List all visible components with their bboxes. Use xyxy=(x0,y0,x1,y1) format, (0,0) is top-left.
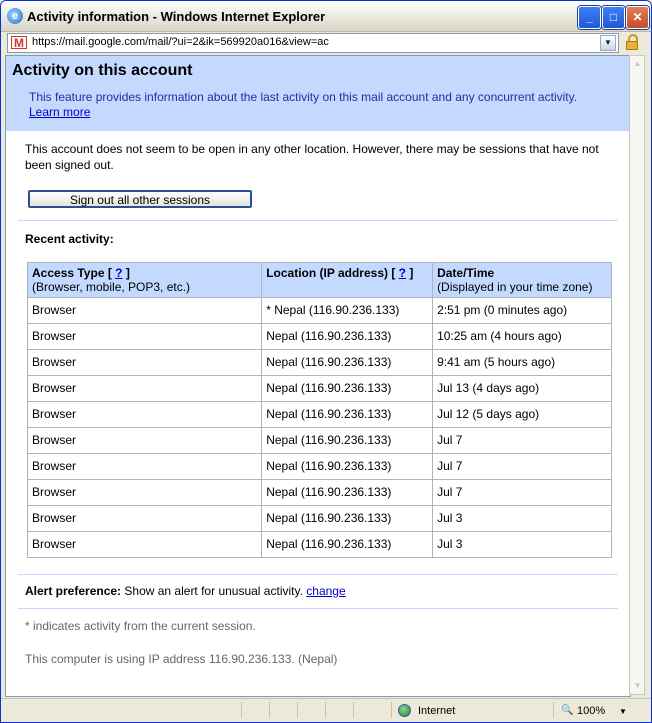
browser-window: e Activity information - Windows Interne… xyxy=(0,0,652,723)
scroll-down-icon[interactable]: ▼ xyxy=(631,679,644,693)
cell-location: Nepal (116.90.236.133) xyxy=(261,323,434,350)
zoom-level[interactable]: 100% xyxy=(577,705,605,717)
table-row: Browser Nepal (116.90.236.133) Jul 3 xyxy=(26,505,612,532)
security-zone[interactable]: Internet xyxy=(418,705,455,717)
cell-date-time: Jul 13 (4 days ago) xyxy=(432,375,612,402)
header-description: This feature provides information about … xyxy=(29,90,599,120)
cell-date-time: 10:25 am (4 hours ago) xyxy=(432,323,612,350)
cell-date-time: 9:41 am (5 hours ago) xyxy=(432,349,612,376)
recent-activity-label: Recent activity: xyxy=(25,232,114,246)
scroll-up-icon[interactable]: ▲ xyxy=(631,57,644,71)
ie-icon: e xyxy=(7,8,23,24)
table-row: Browser Nepal (116.90.236.133) Jul 12 (5 d… xyxy=(26,401,612,428)
page-title: Activity on this account xyxy=(12,62,193,79)
divider xyxy=(18,608,618,609)
lock-icon[interactable] xyxy=(625,34,639,50)
cell-location: Nepal (116.90.236.133) xyxy=(261,401,434,428)
cell-location: Nepal (116.90.236.133) xyxy=(261,375,434,402)
chevron-down-icon[interactable]: ▼ xyxy=(600,35,616,51)
description-text: This feature provides information about … xyxy=(29,90,578,104)
cell-date-time: Jul 3 xyxy=(432,531,612,558)
table-row: Browser Nepal (116.90.236.133) Jul 7 xyxy=(26,453,612,480)
table-row: Browser Nepal (116.90.236.133) Jul 3 xyxy=(26,531,612,558)
cell-location: Nepal (116.90.236.133) xyxy=(261,531,434,558)
cell-location: Nepal (116.90.236.133) xyxy=(261,453,434,480)
cell-location: Nepal (116.90.236.133) xyxy=(261,427,434,454)
alert-label: Alert preference: xyxy=(25,584,122,598)
change-alert-link[interactable]: change xyxy=(306,584,345,598)
learn-more-link[interactable]: Learn more xyxy=(29,105,90,119)
maximize-button[interactable]: □ xyxy=(602,6,625,29)
sign-out-button[interactable]: Sign out all other sessions xyxy=(28,190,252,208)
cell-date-time: 2:51 pm (0 minutes ago) xyxy=(432,297,612,324)
vertical-scrollbar[interactable]: ▲ ▼ xyxy=(629,55,645,695)
table-header-row: Access Type [ ? ] (Browser, mobile, POP3… xyxy=(26,262,612,298)
alert-text: Show an alert for unusual activity. xyxy=(124,584,303,598)
ip-address-note: This computer is using IP address 116.90… xyxy=(25,652,338,666)
close-button[interactable]: ✕ xyxy=(626,6,649,29)
zoom-dropdown-icon[interactable]: ▼ xyxy=(619,707,627,716)
cell-date-time: Jul 7 xyxy=(432,453,612,480)
title-bar[interactable]: e Activity information - Windows Interne… xyxy=(1,1,651,32)
cell-date-time: Jul 7 xyxy=(432,479,612,506)
session-status-message: This account does not seem to be open in… xyxy=(25,142,599,172)
minimize-button[interactable]: _ xyxy=(578,6,601,29)
table-row: Browser Nepal (116.90.236.133) 9:41 am (5 … xyxy=(26,349,612,376)
cell-access-type: Browser xyxy=(26,297,263,324)
cell-location: Nepal (116.90.236.133) xyxy=(261,349,434,376)
table-row: Browser Nepal (116.90.236.133) Jul 7 xyxy=(26,427,612,454)
divider xyxy=(18,220,618,221)
cell-access-type: Browser xyxy=(26,349,263,376)
header-subtitle: (Displayed in your time zone) xyxy=(437,280,593,294)
header-subtitle: (Browser, mobile, POP3, etc.) xyxy=(32,280,191,294)
cell-access-type: Browser xyxy=(26,531,263,558)
address-field[interactable]: M https://mail.google.com/mail/?ui=2&ik=… xyxy=(7,33,619,53)
address-bar: M https://mail.google.com/mail/?ui=2&ik=… xyxy=(5,33,647,53)
divider xyxy=(18,574,618,575)
cell-location: Nepal (116.90.236.133) xyxy=(261,479,434,506)
cell-location: Nepal (116.90.236.133) xyxy=(261,505,434,532)
window-title: Activity information - Windows Internet … xyxy=(27,9,326,24)
alert-preference: Alert preference: Show an alert for unus… xyxy=(25,584,346,598)
activity-table: Access Type [ ? ] (Browser, mobile, POP3… xyxy=(26,262,612,558)
globe-icon xyxy=(398,704,411,717)
access-type-help-link[interactable]: ? xyxy=(115,266,122,280)
cell-access-type: Browser xyxy=(26,453,263,480)
header-access-type: Access Type [ ? ] (Browser, mobile, POP3… xyxy=(26,262,263,298)
header-title: Access Type xyxy=(32,266,105,280)
cell-access-type: Browser xyxy=(26,479,263,506)
table-row: Browser Nepal (116.90.236.133) 10:25 am (4… xyxy=(26,323,612,350)
header-date-time: Date/Time (Displayed in your time zone) xyxy=(432,262,612,298)
cell-access-type: Browser xyxy=(26,505,263,532)
cell-date-time: Jul 7 xyxy=(432,427,612,454)
table-row: Browser Nepal (116.90.236.133) Jul 7 xyxy=(26,479,612,506)
cell-access-type: Browser xyxy=(26,375,263,402)
table-row: Browser Nepal (116.90.236.133) Jul 13 (4 d… xyxy=(26,375,612,402)
magnifier-icon: 🔍 xyxy=(561,705,574,716)
footnote: * indicates activity from the current se… xyxy=(25,619,256,633)
page-content: Activity on this account This feature pr… xyxy=(5,55,631,697)
header-location: Location (IP address) [ ? ] xyxy=(261,262,434,298)
url-text[interactable]: https://mail.google.com/mail/?ui=2&ik=56… xyxy=(32,36,329,48)
cell-location: * Nepal (116.90.236.133) xyxy=(261,297,434,324)
page-header: Activity on this account This feature pr… xyxy=(6,56,630,131)
cell-access-type: Browser xyxy=(26,427,263,454)
cell-date-time: Jul 3 xyxy=(432,505,612,532)
header-title: Location (IP address) xyxy=(266,266,388,280)
cell-date-time: Jul 12 (5 days ago) xyxy=(432,401,612,428)
header-title: Date/Time xyxy=(437,266,495,280)
gmail-icon: M xyxy=(11,36,27,50)
location-help-link[interactable]: ? xyxy=(399,266,406,280)
cell-access-type: Browser xyxy=(26,401,263,428)
status-bar: Internet 🔍 100% ▼ xyxy=(1,698,651,722)
cell-access-type: Browser xyxy=(26,323,263,350)
table-row: Browser * Nepal (116.90.236.133) 2:51 pm (… xyxy=(26,297,612,324)
